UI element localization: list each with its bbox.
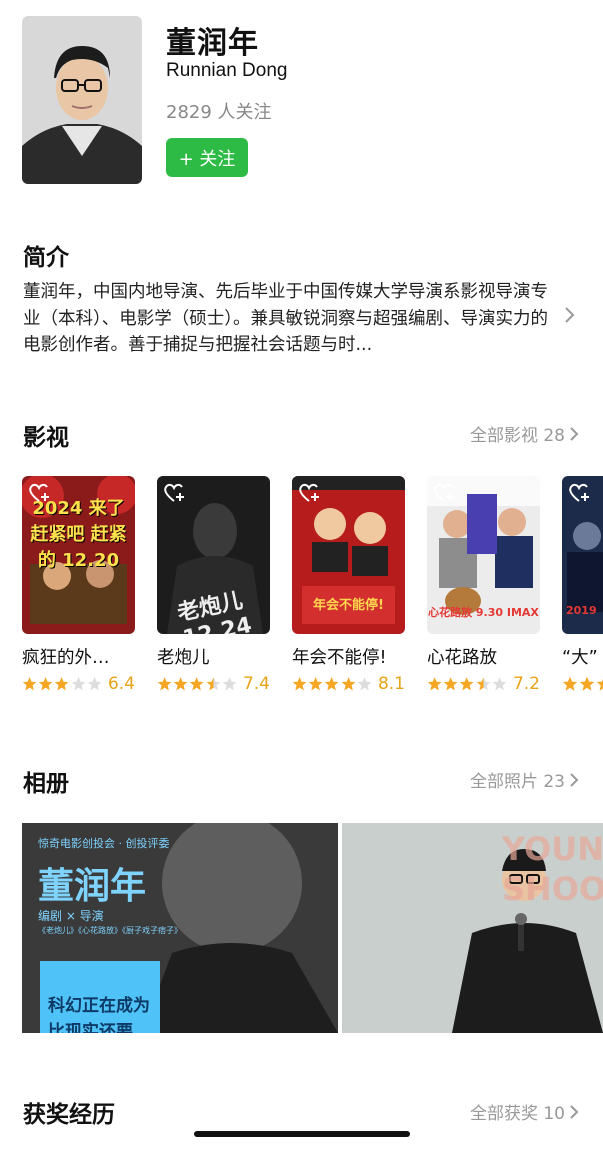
awards-title: 获奖经历 (23, 1102, 115, 1128)
photo-caption: 科幻正在成为 (48, 996, 150, 1016)
star-full-icon (460, 677, 474, 691)
chevron-right-icon[interactable] (563, 305, 577, 329)
intro-text[interactable]: 董润年，中国内地导演、先后毕业于中国传媒大学导演系影视导演专业（本科）、电影学（… (23, 279, 553, 359)
heart-plus-icon[interactable] (568, 482, 592, 508)
star-full-icon (325, 677, 339, 691)
heart-plus-icon[interactable] (433, 482, 457, 508)
film-card[interactable]: 老炮儿 12.24 老炮儿 7.4 (157, 476, 270, 695)
star-full-icon (427, 677, 442, 691)
photos-title: 相册 (23, 771, 69, 797)
star-full-icon (341, 677, 355, 691)
star-full-icon (55, 677, 69, 691)
avatar (22, 16, 142, 184)
star-full-icon (443, 677, 458, 691)
poster-text: 心花路放 9.30 IMAX (428, 606, 539, 619)
film-score: 8.1 (377, 674, 405, 694)
photo-caption: 董润年 (38, 866, 147, 907)
poster-text: 年会不能停! (313, 598, 384, 613)
home-indicator[interactable] (194, 1131, 410, 1137)
star-empty-icon (71, 677, 85, 691)
film-poster: 2024 来了 赶紧吧 赶紧的 12.20 (22, 476, 135, 634)
film-rating: 7.4 (157, 673, 270, 695)
star-full-icon (38, 677, 53, 691)
film-title: “大” (562, 648, 598, 668)
star-empty-icon (492, 677, 507, 691)
photo-caption: 比现实还要 (48, 1022, 133, 1033)
star-full-icon (562, 676, 578, 691)
photo-card[interactable]: YOUNG SHOOT (342, 823, 603, 1033)
film-poster: 心花路放 9.30 IMAX (427, 476, 540, 634)
heart-plus-icon[interactable] (298, 482, 322, 508)
heart-plus-icon[interactable] (163, 482, 187, 508)
photos-more-link[interactable]: 全部照片 23 (470, 767, 579, 792)
star-full-icon (308, 677, 323, 691)
film-rating (562, 673, 603, 695)
film-rating: 6.4 (22, 673, 135, 695)
follower-count: 2829 人关注 (166, 102, 272, 123)
film-title: 老炮儿 (157, 648, 210, 668)
film-score: 7.2 (512, 674, 540, 694)
star-full-icon (190, 677, 204, 691)
film-title: 年会不能停! (292, 648, 387, 668)
film-card[interactable]: 年会不能停! 年会不能停! 8.1 (292, 476, 405, 695)
heart-plus-icon[interactable] (28, 482, 52, 508)
star-empty-icon (357, 677, 372, 691)
star-empty-icon (87, 677, 102, 691)
film-card[interactable]: 2019 “大” (562, 476, 603, 695)
film-poster: 年会不能停! (292, 476, 405, 634)
star-full-icon (292, 677, 307, 691)
photos-more-label: 全部照片 23 (469, 772, 565, 792)
film-rating: 8.1 (292, 673, 405, 695)
photo-card[interactable]: 惊奇电影创投会 · 创投评委 董润年 编剧 × 导演 《老炮儿》《心花路放》《厨… (22, 823, 338, 1033)
star-full-icon (22, 677, 37, 691)
film-title: 疯狂的外… (22, 648, 110, 668)
person-name: 董润年 (166, 26, 259, 61)
film-rating: 7.2 (427, 673, 540, 695)
photo-caption: 《老炮儿》《心花路放》《厨子戏子痞子》 (38, 926, 182, 935)
awards-more-link[interactable]: 全部获奖 10 (470, 1099, 579, 1124)
star-full-icon (579, 676, 595, 691)
film-score: 7.4 (242, 674, 270, 694)
chevron-right-icon (570, 1104, 579, 1119)
film-title: 心花路放 (427, 648, 497, 668)
star-full-icon (173, 677, 188, 691)
poster-text: 2019 (566, 604, 597, 617)
film-poster: 老炮儿 12.24 (157, 476, 270, 634)
chevron-right-icon (570, 772, 579, 787)
follow-button[interactable]: + 关注 (166, 138, 248, 177)
photo-caption: YOUNG SHOOT (502, 830, 603, 908)
photo-carousel[interactable]: 惊奇电影创投会 · 创投评委 董润年 编剧 × 导演 《老炮儿》《心花路放》《厨… (22, 823, 603, 1033)
star-half-icon (476, 677, 490, 691)
films-more-link[interactable]: 全部影视 28 (470, 421, 579, 446)
films-more-label: 全部影视 28 (469, 426, 565, 446)
film-card[interactable]: 2024 来了 赶紧吧 赶紧的 12.20 疯狂的外… 6.4 (22, 476, 135, 695)
photo-caption: 编剧 × 导演 (38, 909, 104, 923)
films-title: 影视 (23, 425, 69, 451)
star-empty-icon (222, 677, 237, 691)
intro-title: 简介 (23, 245, 69, 271)
film-poster: 2019 (562, 476, 603, 634)
awards-more-label: 全部获奖 10 (469, 1104, 565, 1124)
person-english-name: Runnian Dong (166, 60, 288, 81)
film-carousel[interactable]: 2024 来了 赶紧吧 赶紧的 12.20 疯狂的外… 6.4 老炮儿 12.2… (22, 476, 603, 696)
photo-caption: 惊奇电影创投会 · 创投评委 (38, 837, 170, 850)
film-card[interactable]: 心花路放 9.30 IMAX 心花路放 7.2 (427, 476, 540, 695)
film-score: 6.4 (107, 674, 135, 694)
star-full-icon (596, 679, 603, 691)
star-full-icon (157, 677, 172, 691)
chevron-right-icon (570, 426, 579, 441)
star-half-icon (206, 677, 220, 691)
